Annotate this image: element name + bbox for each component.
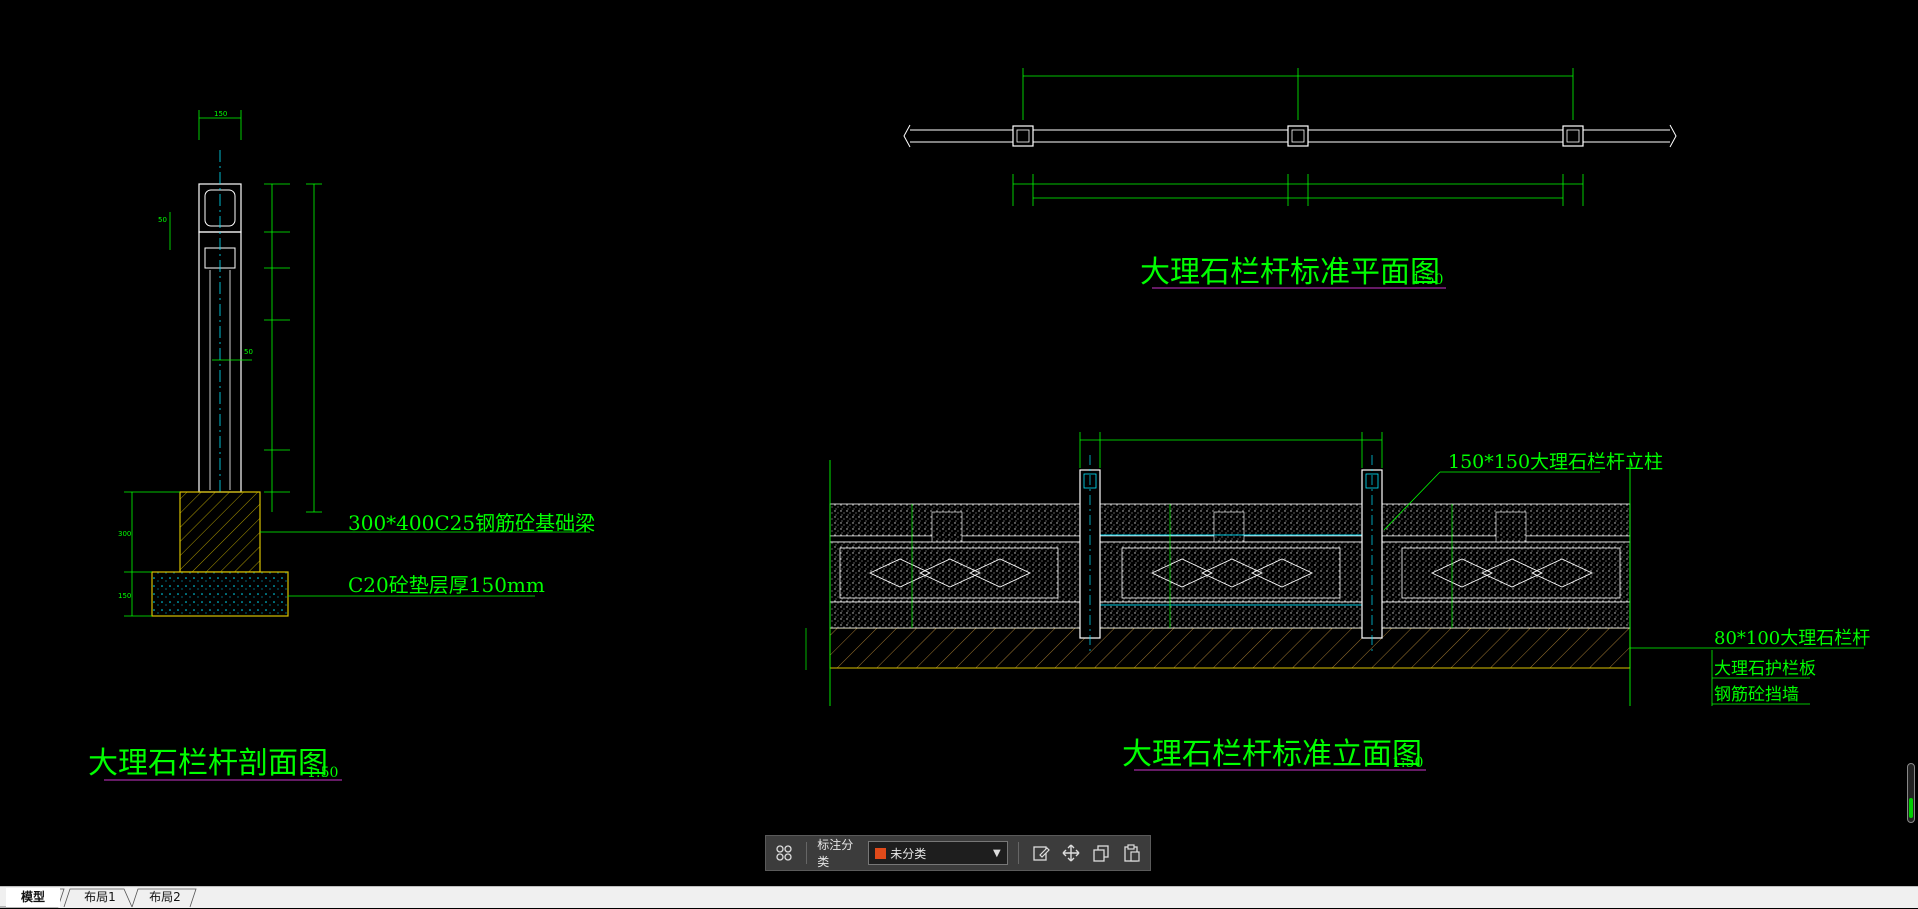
chevron-down-icon: ▼ <box>992 847 1001 859</box>
elevation-note-post: 150*150大理石栏杆立柱 <box>1448 451 1663 473</box>
section-dim-beam: 300 <box>118 530 131 538</box>
grid-icon[interactable] <box>772 840 796 866</box>
annotation-toolbar: 标注分类 未分类 ▼ <box>765 835 1151 871</box>
vertical-scrollbar[interactable] <box>1907 763 1915 823</box>
elevation-note-wall: 钢筋砼挡墙 <box>1714 685 1799 705</box>
elevation-note-panel: 大理石护栏板 <box>1714 659 1816 679</box>
tab-model[interactable]: 模型 <box>6 888 60 907</box>
section-dim-pad: 150 <box>118 592 131 600</box>
section-dim-inner: 50 <box>244 348 253 356</box>
plan-view: 大理石栏杆标准平面图 1:50 <box>903 68 1677 290</box>
section-scale: 1:50 <box>307 765 338 781</box>
tab-layout1[interactable]: 布局1 <box>70 888 130 907</box>
tab-layout2[interactable]: 布局2 <box>136 888 194 907</box>
elevation-scale: 1:50 <box>1392 755 1423 771</box>
move-icon[interactable] <box>1059 840 1083 866</box>
section-title: 大理石栏杆剖面图 <box>88 746 328 781</box>
copy-icon[interactable] <box>1089 840 1113 866</box>
elevation-note-rail: 80*100大理石栏杆 <box>1714 628 1870 649</box>
layout-tab-bar: 模型 布局1 布局2 <box>0 886 1918 908</box>
category-label: 标注分类 <box>817 838 854 869</box>
scrollbar-thumb[interactable] <box>1909 798 1913 818</box>
category-value: 未分类 <box>890 846 927 861</box>
toolbar-divider <box>1017 842 1019 864</box>
cad-drawing: 150 50 50 300 150 300*400C25钢筋砼基础梁 C20砼垫… <box>88 68 1870 781</box>
category-color-swatch <box>875 847 887 859</box>
plan-title: 大理石栏杆标准平面图 <box>1140 255 1440 290</box>
toolbar-divider <box>806 842 808 864</box>
section-note-beam: 300*400C25钢筋砼基础梁 <box>348 511 595 535</box>
section-dim-cap: 50 <box>158 216 167 224</box>
elevation-view: 150*150大理石栏杆立柱 80*100大理石栏杆 大理石护栏板 钢筋砼挡墙 … <box>805 432 1870 772</box>
edit-icon[interactable] <box>1029 840 1053 866</box>
drawing-canvas[interactable]: 150 50 50 300 150 300*400C25钢筋砼基础梁 C20砼垫… <box>0 0 1918 886</box>
paste-icon[interactable] <box>1120 840 1144 866</box>
plan-scale: 1:50 <box>1412 272 1443 288</box>
section-dim-top: 150 <box>214 110 227 118</box>
section-note-pad: C20砼垫层厚150mm <box>348 573 545 597</box>
section-view: 150 50 50 300 150 300*400C25钢筋砼基础梁 C20砼垫… <box>88 110 595 781</box>
category-dropdown[interactable]: 未分类 ▼ <box>868 841 1008 865</box>
elevation-title: 大理石栏杆标准立面图 <box>1122 737 1422 772</box>
